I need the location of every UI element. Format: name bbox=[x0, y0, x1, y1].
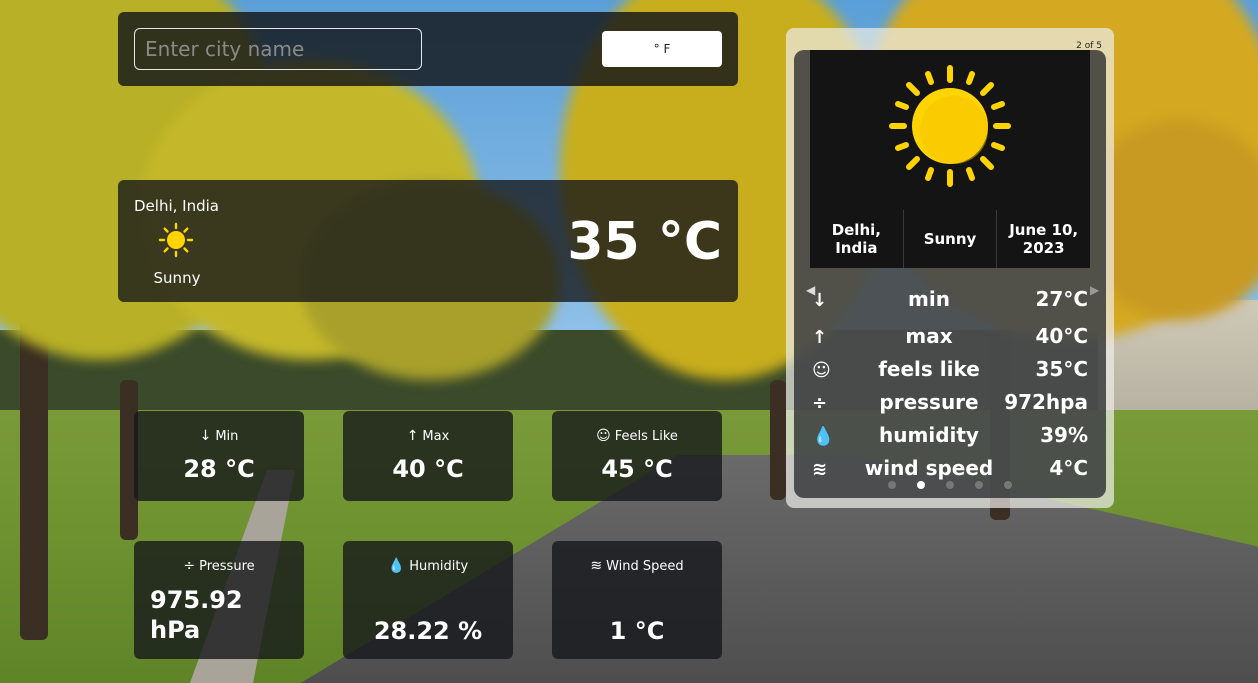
detail-row-pressure: ÷ pressure 972hpa bbox=[794, 390, 1106, 420]
tile-label: Wind Speed bbox=[606, 559, 684, 574]
current-weather-card: Delhi, India Sunny 35 °C bbox=[118, 180, 738, 302]
tile-value: 28 °C bbox=[183, 455, 255, 483]
pressure-icon: ÷ bbox=[812, 393, 828, 414]
tile-label: Min bbox=[215, 429, 239, 444]
detail-row-max: ↑ max 40°C bbox=[794, 324, 1106, 354]
arrow-up-icon: ↑ bbox=[406, 428, 419, 444]
slide-city: Delhi, India bbox=[831, 221, 881, 257]
tile-value: 1 °C bbox=[609, 617, 665, 645]
search-panel: ° F bbox=[118, 12, 738, 86]
arrow-down-icon: ↓ bbox=[812, 290, 828, 311]
detail-label: max bbox=[905, 324, 953, 348]
tile-label: Feels Like bbox=[614, 429, 678, 444]
tile-feels-like: ☺ Feels Like 45 °C bbox=[552, 411, 722, 501]
current-temperature: 35 °C bbox=[567, 212, 722, 272]
tile-value: 45 °C bbox=[601, 455, 673, 483]
sun-icon bbox=[889, 65, 1011, 187]
detail-value: 35°C bbox=[1035, 357, 1088, 381]
carousel-dot-active[interactable] bbox=[916, 481, 925, 489]
detail-value: 40°C bbox=[1035, 324, 1088, 348]
forecast-carousel: 2 of 5 Delhi, India Sunny June 10, 2023 … bbox=[786, 28, 1114, 508]
pressure-icon: ÷ bbox=[183, 558, 196, 574]
arrow-down-icon: ↓ bbox=[199, 428, 212, 444]
tile-wind-speed: ≋ Wind Speed 1 °C bbox=[552, 541, 722, 659]
tile-max: ↑ Max 40 °C bbox=[343, 411, 513, 501]
slide-date: June 10, 2023 bbox=[996, 210, 1090, 268]
carousel-dot[interactable] bbox=[975, 481, 984, 489]
tile-value: 975.92 hPa bbox=[150, 585, 304, 645]
arrow-up-icon: ↑ bbox=[812, 327, 828, 348]
tile-humidity: 💧 Humidity 28.22 % bbox=[343, 541, 513, 659]
carousel-dots bbox=[794, 474, 1106, 493]
detail-value: 27°C bbox=[1035, 287, 1088, 311]
tile-min: ↓ Min 28 °C bbox=[134, 411, 304, 501]
carousel-slide: Delhi, India Sunny June 10, 2023 ◀ ▶ ↓ m… bbox=[794, 50, 1106, 498]
detail-row-humidity: 💧 humidity 39% bbox=[794, 423, 1106, 453]
carousel-dot[interactable] bbox=[946, 481, 954, 489]
detail-label: humidity bbox=[879, 423, 979, 447]
city-search-input[interactable] bbox=[134, 28, 422, 70]
carousel-dot[interactable] bbox=[1004, 481, 1013, 489]
tile-label: Max bbox=[422, 429, 450, 444]
unit-toggle-button[interactable]: ° F bbox=[602, 31, 722, 67]
droplet-icon: 💧 bbox=[387, 558, 406, 574]
sun-icon bbox=[158, 222, 194, 258]
detail-value: 39% bbox=[1040, 423, 1088, 447]
tile-pressure: ÷ Pressure 975.92 hPa bbox=[134, 541, 304, 659]
current-condition: Sunny bbox=[153, 269, 201, 287]
slide-hero: Delhi, India Sunny June 10, 2023 bbox=[810, 50, 1090, 268]
slide-condition: Sunny bbox=[902, 210, 997, 268]
detail-value: 972hpa bbox=[1004, 390, 1088, 414]
detail-label: feels like bbox=[878, 357, 980, 381]
detail-label: pressure bbox=[879, 390, 979, 414]
tile-label: Pressure bbox=[199, 559, 255, 574]
wind-icon: ≋ bbox=[590, 558, 603, 574]
detail-row-min: ↓ min 27°C bbox=[794, 287, 1106, 317]
tile-label: Humidity bbox=[409, 559, 469, 574]
detail-row-feels-like: ☺ feels like 35°C bbox=[794, 357, 1106, 387]
detail-label: min bbox=[908, 287, 950, 311]
current-city: Delhi, India bbox=[134, 197, 219, 215]
smile-icon: ☺ bbox=[596, 428, 611, 444]
tile-value: 40 °C bbox=[392, 455, 464, 483]
smile-icon: ☺ bbox=[812, 360, 831, 381]
tile-value-unit: hPa bbox=[150, 616, 201, 644]
tile-value: 28.22 % bbox=[373, 617, 483, 645]
droplet-icon: 💧 bbox=[812, 426, 835, 447]
carousel-dot[interactable] bbox=[887, 481, 896, 489]
tile-value-line: 975.92 bbox=[150, 586, 243, 614]
